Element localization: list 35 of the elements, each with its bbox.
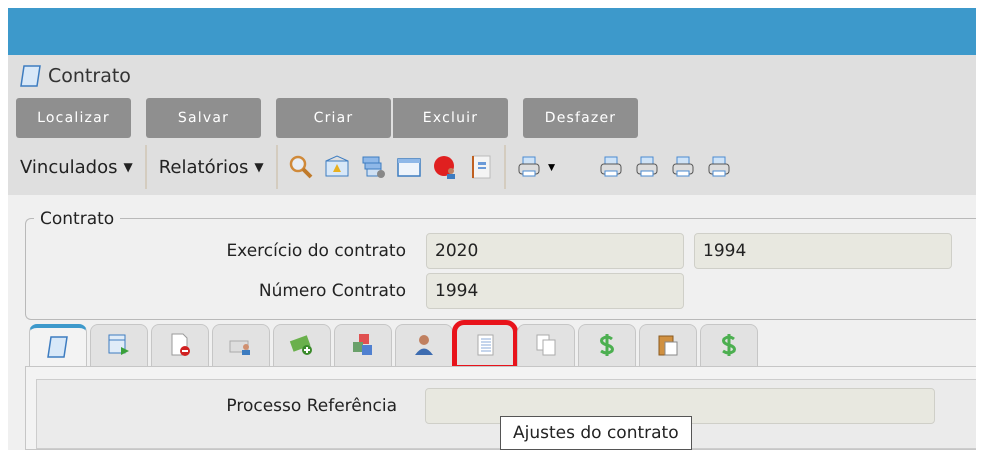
windows-icon — [360, 154, 386, 180]
field-label: Número Contrato — [258, 280, 407, 301]
window-title: Contrato — [48, 65, 131, 88]
input-field[interactable]: 2020 — [426, 232, 684, 269]
tab[interactable] — [700, 324, 758, 366]
toolbar-icon-button[interactable] — [432, 154, 458, 180]
caret-icon: ▼ — [123, 160, 133, 174]
scroll-icon — [18, 63, 44, 90]
toolbar-icon-button[interactable] — [288, 154, 314, 180]
tab[interactable] — [639, 324, 697, 366]
print-menu-button[interactable]: ▼ — [516, 154, 558, 180]
input-field[interactable] — [425, 388, 935, 424]
search-icon — [288, 154, 314, 180]
tab[interactable] — [151, 324, 209, 366]
field-label: Exercício do contrato — [225, 240, 407, 261]
input-field[interactable]: 1994 — [694, 232, 952, 269]
tab[interactable] — [273, 324, 331, 366]
tab[interactable] — [334, 324, 392, 366]
input-field[interactable]: 1994 — [426, 272, 684, 309]
tooltip: Ajustes do contrato — [500, 416, 692, 450]
tab[interactable] — [395, 324, 453, 366]
scroll-icon — [45, 334, 71, 360]
tab[interactable] — [29, 324, 87, 366]
caret-icon: ▼ — [546, 160, 558, 174]
toolbar-icon-button[interactable] — [360, 154, 386, 180]
tab[interactable] — [212, 324, 270, 366]
record-user-icon — [432, 154, 458, 180]
dropdown-menu[interactable]: Vinculados ▼ — [18, 156, 135, 178]
tab[interactable] — [578, 324, 636, 366]
caret-icon: ▼ — [254, 160, 264, 174]
field-label: Processo Referência — [225, 394, 398, 416]
tab[interactable] — [90, 324, 148, 366]
tab[interactable] — [517, 324, 575, 366]
dropdown-menu[interactable]: Relatórios ▼ — [156, 156, 266, 178]
group-legend: Contrato — [34, 208, 120, 229]
